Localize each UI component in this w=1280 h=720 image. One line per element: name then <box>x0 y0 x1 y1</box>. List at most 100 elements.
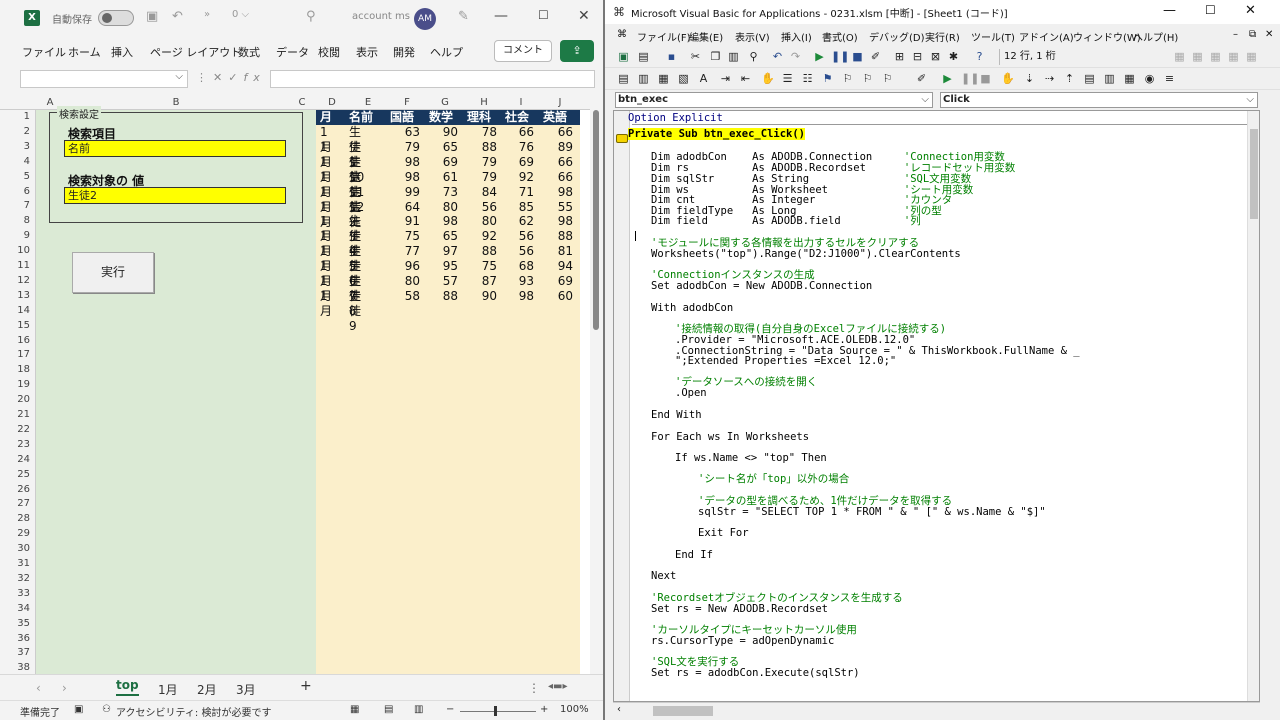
table-cell-score[interactable]: 98 <box>514 289 534 304</box>
row-header[interactable]: 38 <box>0 662 30 673</box>
table-cell-score[interactable]: 61 <box>438 170 458 185</box>
find-icon[interactable]: ⚲ <box>747 50 760 63</box>
next-sheet-icon[interactable]: › <box>62 681 67 695</box>
table-cell-score[interactable]: 94 <box>553 259 573 274</box>
minimize-icon[interactable]: — <box>494 8 508 24</box>
table-cell-score[interactable]: 79 <box>400 140 420 155</box>
table-cell-score[interactable]: 98 <box>400 155 420 170</box>
row-header[interactable]: 24 <box>0 454 30 465</box>
code-vertical-scrollbar[interactable] <box>1247 111 1259 701</box>
param-info-icon[interactable]: ▧ <box>677 72 690 85</box>
row-header[interactable]: 25 <box>0 469 30 480</box>
table-cell-score[interactable]: 99 <box>400 185 420 200</box>
save-icon[interactable]: ▣ <box>146 9 158 24</box>
list-members-icon[interactable]: ▤ <box>617 72 630 85</box>
table-cell-score[interactable]: 92 <box>514 170 534 185</box>
table-cell-score[interactable]: 88 <box>477 140 497 155</box>
redo-icon[interactable]: 0 ⌵ <box>232 9 249 20</box>
table-cell-score[interactable]: 58 <box>400 289 420 304</box>
row-header[interactable]: 21 <box>0 409 30 420</box>
row-header[interactable]: 3 <box>0 141 30 152</box>
break-2-icon[interactable]: ❚❚ <box>961 72 979 85</box>
table-cell-score[interactable]: 56 <box>514 244 534 259</box>
tab-review[interactable]: 校閲 <box>318 44 340 60</box>
tab-view[interactable]: 表示 <box>356 44 378 60</box>
code-hscroll-thumb[interactable] <box>653 706 713 716</box>
col-g[interactable]: G <box>439 97 451 108</box>
zoom-level[interactable]: 100% <box>560 704 589 715</box>
row-header[interactable]: 33 <box>0 588 30 599</box>
autosave-toggle[interactable] <box>98 10 134 26</box>
table-cell-score[interactable]: 89 <box>553 140 573 155</box>
row-header[interactable]: 16 <box>0 335 30 346</box>
tab-page-layout[interactable]: ページ レイアウト <box>150 44 241 60</box>
horizontal-scroll[interactable]: ◂▬▸ <box>548 681 568 692</box>
table-cell-score[interactable]: 91 <box>400 214 420 229</box>
quick-info-icon[interactable]: ▦ <box>657 72 670 85</box>
row-header[interactable]: 23 <box>0 439 30 450</box>
table-cell-score[interactable]: 95 <box>438 259 458 274</box>
row-header[interactable]: 31 <box>0 558 30 569</box>
row-header[interactable]: 12 <box>0 275 30 286</box>
row-header[interactable]: 8 <box>0 215 30 226</box>
code-line[interactable]: Set rs = New ADODB.Recordset <box>651 604 828 615</box>
code-line[interactable]: Private Sub btn_exec_Click() <box>628 128 806 140</box>
list-constants-icon[interactable]: ▥ <box>637 72 650 85</box>
sheet-tab-feb[interactable]: 2月 <box>197 681 217 698</box>
code-window[interactable]: Option Explicit Private Sub btn_exec_Clic… <box>613 110 1260 702</box>
col-h[interactable]: H <box>478 97 490 108</box>
worksheet-grid[interactable]: A B C D E F G H I J 1 2 3 4 5 6 7 8 9 10 11 12 13 14 1… <box>0 96 590 674</box>
menu-tools[interactable]: ツール(T) <box>971 29 1015 44</box>
next-bookmark-icon[interactable]: ⚐ <box>841 72 854 85</box>
redo-icon[interactable]: ↷ <box>789 50 802 63</box>
table-cell-score[interactable]: 98 <box>400 170 420 185</box>
row-header[interactable]: 30 <box>0 543 30 554</box>
code-horizontal-scrollbar[interactable]: ‹ <box>613 702 1260 718</box>
table-cell-score[interactable]: 98 <box>553 214 573 229</box>
row-header[interactable]: 5 <box>0 171 30 182</box>
row-header[interactable]: 7 <box>0 200 30 211</box>
code-line[interactable]: Set rs = adodbCon.Execute(sqlStr) <box>651 668 860 679</box>
exec-button[interactable]: 実行 <box>72 252 154 293</box>
design-mode-2-icon[interactable]: ✐ <box>915 72 928 85</box>
zoom-in-icon[interactable]: + <box>540 704 548 715</box>
project-explorer-icon[interactable]: ⊞ <box>893 50 906 63</box>
col-j[interactable]: J <box>554 97 566 108</box>
col-i[interactable]: I <box>515 97 527 108</box>
code-line[interactable]: For Each ws In Worksheets <box>651 432 809 443</box>
table-cell-score[interactable]: 80 <box>400 274 420 289</box>
table-cell-score[interactable]: 73 <box>438 185 458 200</box>
row-header[interactable]: 6 <box>0 186 30 197</box>
code-line[interactable]: Worksheets("top").Range("D2:J1000").Clea… <box>651 249 961 260</box>
table-cell-score[interactable]: 85 <box>514 200 534 215</box>
table-cell-score[interactable]: 56 <box>477 200 497 215</box>
table-cell-score[interactable]: 69 <box>438 155 458 170</box>
code-close-icon[interactable]: ✕ <box>1265 29 1273 40</box>
table-cell-score[interactable]: 69 <box>553 274 573 289</box>
run-2-icon[interactable]: ▶ <box>941 72 954 85</box>
table-cell-score[interactable]: 62 <box>514 214 534 229</box>
breakpoint-2-icon[interactable]: ✋ <box>1001 72 1015 85</box>
object-combo[interactable]: btn_exec <box>615 92 933 108</box>
menu-addins[interactable]: アドイン(A) <box>1019 29 1074 44</box>
table-cell-score[interactable]: 88 <box>438 289 458 304</box>
table-cell-score[interactable]: 66 <box>514 125 534 140</box>
table-cell-score[interactable]: 97 <box>438 244 458 259</box>
vbe-maximize-icon[interactable]: ☐ <box>1205 3 1216 17</box>
table-cell-score[interactable]: 66 <box>553 125 573 140</box>
row-header[interactable]: 17 <box>0 349 30 360</box>
table-cell-score[interactable]: 56 <box>514 229 534 244</box>
code-line[interactable]: .Open <box>675 388 707 399</box>
menu-insert[interactable]: 挿入(I) <box>781 29 812 44</box>
table-cell-score[interactable]: 79 <box>477 170 497 185</box>
row-header[interactable]: 27 <box>0 498 30 509</box>
step-into-icon[interactable]: ⇣ <box>1023 72 1036 85</box>
menu-edit[interactable]: 編集(E) <box>689 29 723 44</box>
col-b[interactable]: B <box>170 97 182 108</box>
table-cell-score[interactable]: 75 <box>477 259 497 274</box>
bookmark-icon[interactable]: ⚑ <box>821 72 834 85</box>
menu-file[interactable]: ファイル(F) <box>637 29 691 44</box>
code-line[interactable]: End With <box>651 410 702 421</box>
call-stack-icon[interactable]: ≡ <box>1163 72 1176 85</box>
code-line[interactable]: Next <box>651 571 676 582</box>
